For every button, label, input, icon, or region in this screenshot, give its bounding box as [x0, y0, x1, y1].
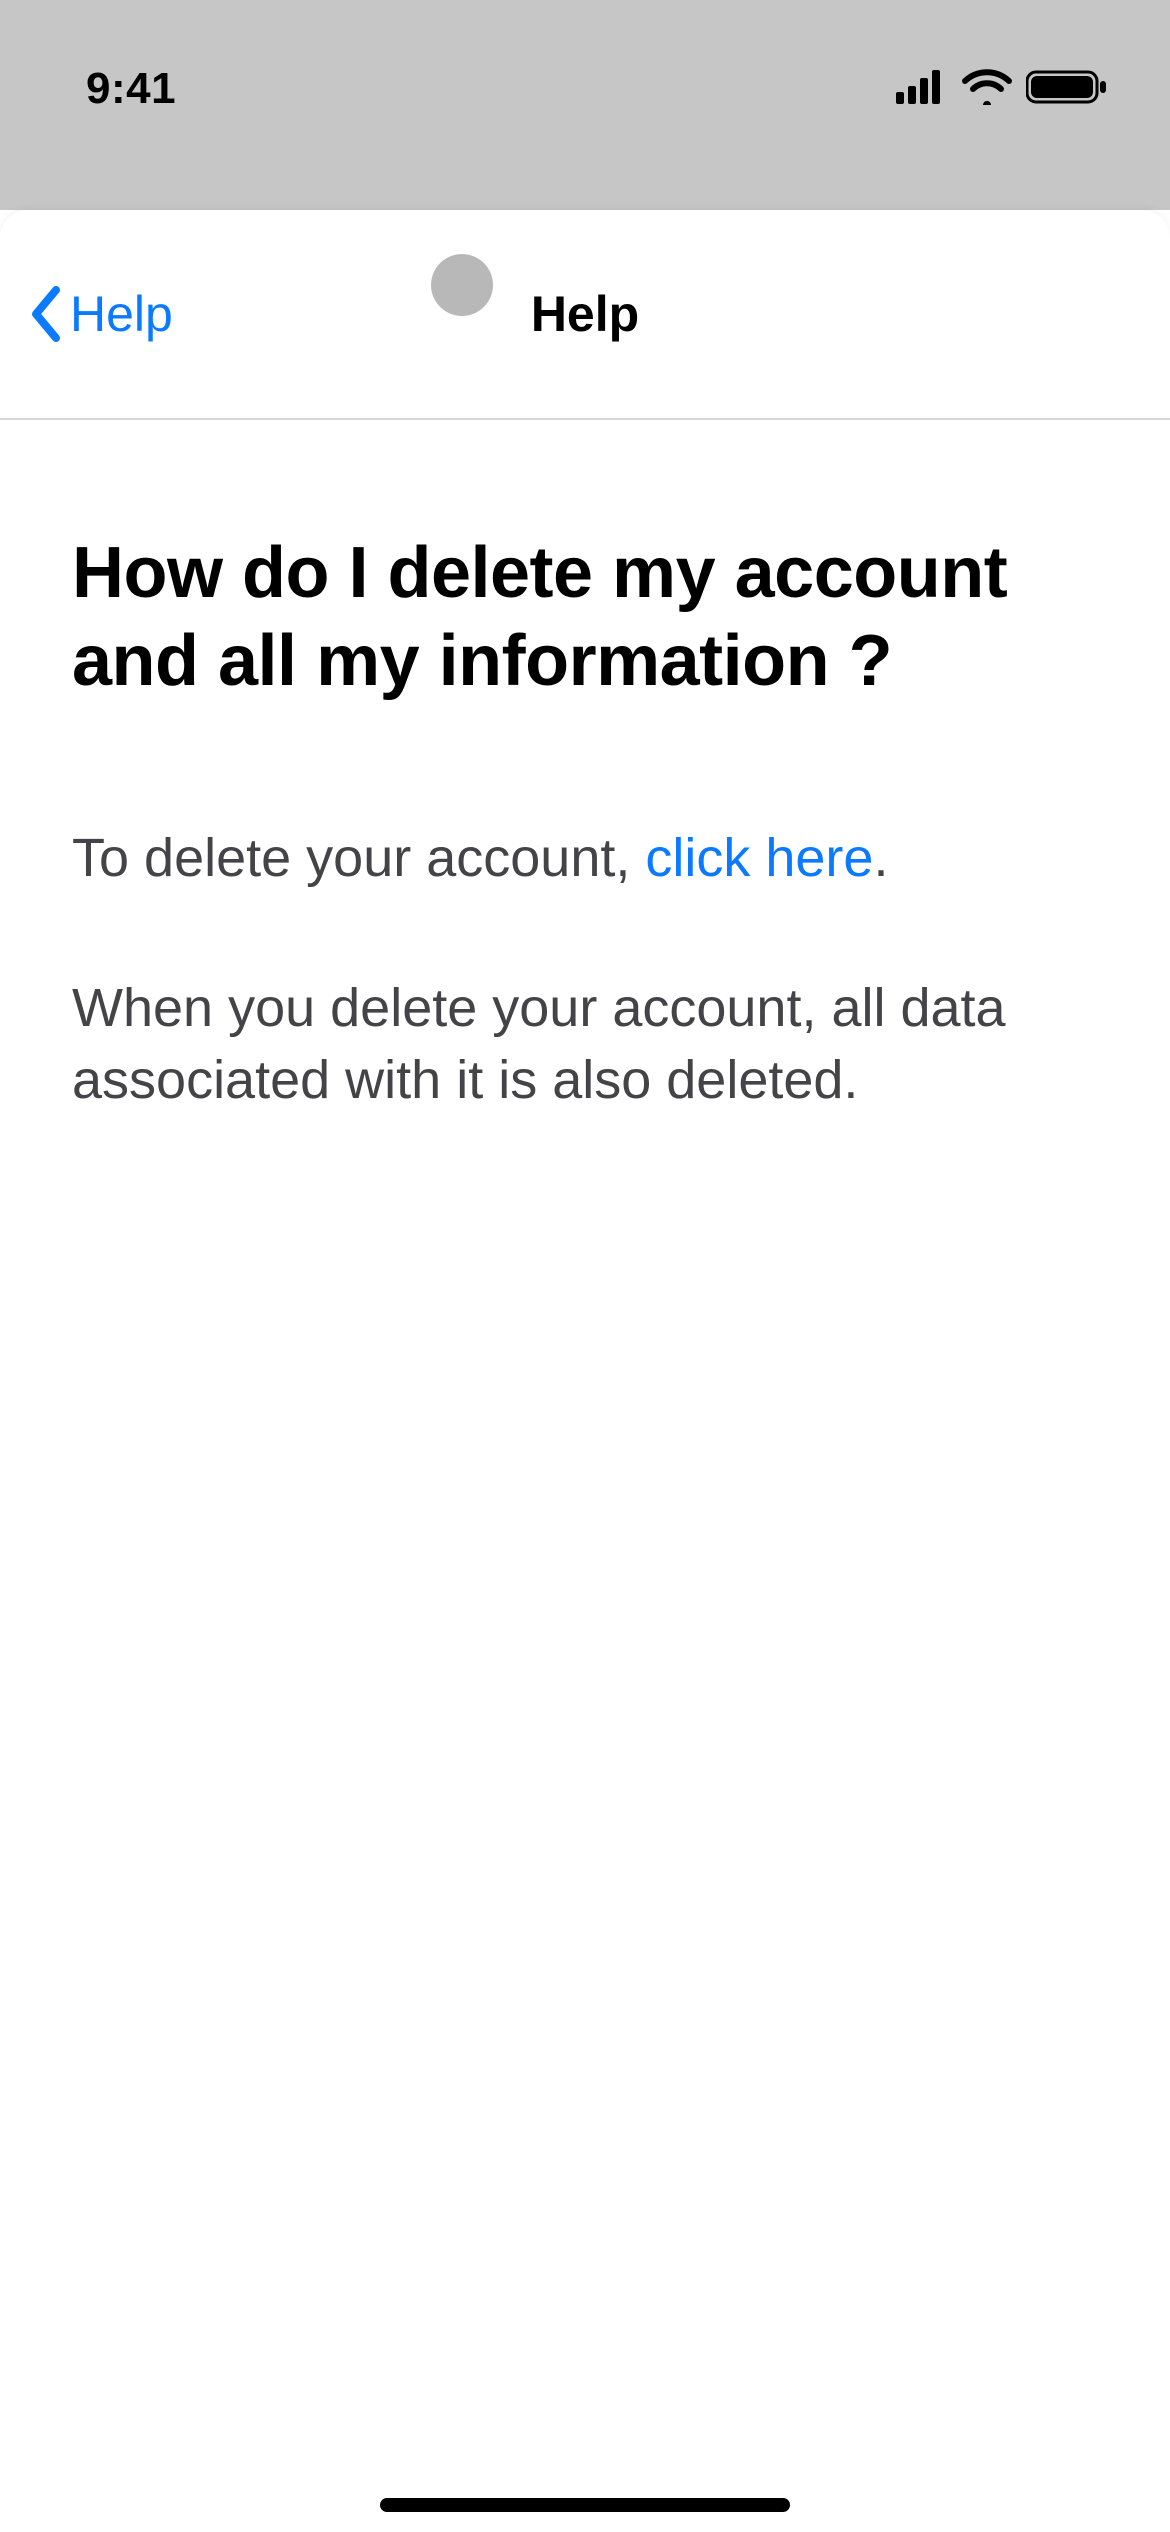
status-bar: 9:41	[0, 54, 1170, 124]
sheet: Help Help How do I delete my account and…	[0, 210, 1170, 2532]
nav-bar: Help Help	[0, 210, 1170, 420]
click-here-link[interactable]: click here	[645, 828, 873, 888]
home-indicator[interactable]	[380, 2498, 790, 2512]
touch-indicator	[431, 254, 493, 316]
battery-icon	[1026, 69, 1108, 110]
delete-instruction: To delete your account, click here.	[72, 822, 1098, 894]
back-button[interactable]: Help	[28, 210, 173, 418]
nav-title: Help	[0, 285, 1170, 343]
status-time: 9:41	[86, 64, 176, 114]
chevron-left-icon	[28, 286, 62, 342]
status-region: 9:41	[0, 0, 1170, 210]
delete-explanation: When you delete your account, all data a…	[72, 972, 1098, 1117]
p1-prefix: To delete your account,	[72, 828, 645, 888]
p1-suffix: .	[873, 828, 888, 888]
article: How do I delete my account and all my in…	[0, 420, 1170, 1117]
wifi-icon	[962, 69, 1012, 110]
page-title: How do I delete my account and all my in…	[72, 530, 1098, 706]
back-label: Help	[70, 285, 173, 343]
status-icons	[896, 69, 1108, 110]
cellular-icon	[896, 70, 948, 109]
